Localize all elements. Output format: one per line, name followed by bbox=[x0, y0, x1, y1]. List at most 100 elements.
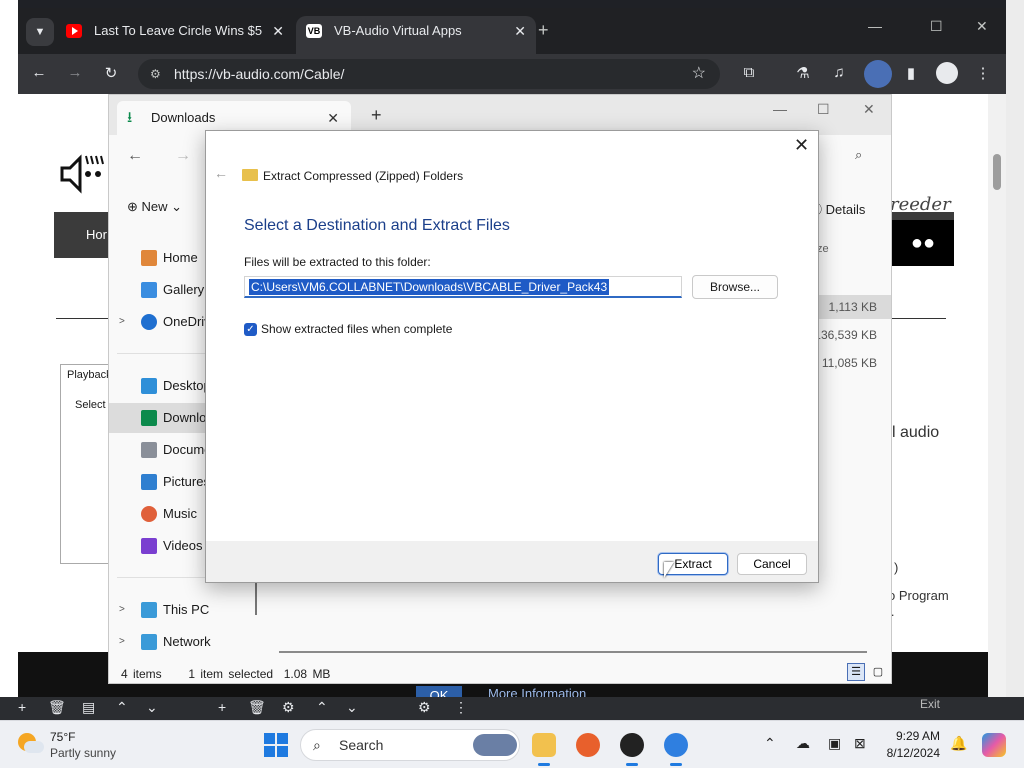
file-explorer-icon[interactable] bbox=[532, 733, 556, 766]
close-window-icon[interactable]: ✕ bbox=[863, 101, 875, 118]
reload-icon[interactable]: ↻ bbox=[100, 64, 122, 82]
brand-text: reeder bbox=[890, 194, 951, 215]
tab-youtube[interactable]: Last To Leave Circle Wins $500 ✕ bbox=[56, 16, 294, 54]
up-icon[interactable]: ⌃ bbox=[316, 699, 328, 716]
language-icon[interactable]: ⊠ bbox=[854, 735, 866, 752]
tab-bar: ▼ Last To Leave Circle Wins $500 ✕ VB VB… bbox=[18, 8, 1006, 54]
weather-temperature[interactable]: 75°F bbox=[50, 730, 75, 744]
trash-icon[interactable]: 🗑 bbox=[48, 699, 66, 716]
weather-icon[interactable] bbox=[18, 733, 44, 757]
selection-count: 1 item selected bbox=[188, 667, 274, 681]
discord-icon[interactable]: ●● bbox=[892, 220, 954, 266]
url-text: https://vb-audio.com/Cable/ bbox=[174, 66, 345, 82]
close-tab-icon[interactable]: ✕ bbox=[514, 16, 526, 46]
gear-icon[interactable]: ⚙ bbox=[282, 699, 295, 716]
forward-icon[interactable]: → bbox=[64, 64, 86, 81]
details-label: Details bbox=[825, 202, 866, 217]
nav-home-link[interactable]: Hor bbox=[86, 227, 107, 242]
selection-size: 1.08 MB bbox=[283, 667, 331, 681]
cancel-button[interactable]: Cancel bbox=[737, 553, 807, 575]
details-view-icon[interactable]: ☰ bbox=[847, 663, 865, 681]
close-window-icon[interactable]: ✕ bbox=[976, 18, 988, 35]
chrome-icon[interactable] bbox=[664, 733, 688, 766]
scrollbar-thumb[interactable] bbox=[993, 154, 1001, 190]
horizontal-scrollbar[interactable] bbox=[279, 651, 867, 653]
add-icon[interactable]: + bbox=[18, 699, 26, 715]
address-bar[interactable]: ⚙ https://vb-audio.com/Cable/ ☆ bbox=[138, 59, 720, 89]
site-info-icon[interactable]: ⚙ bbox=[150, 59, 161, 89]
browser-toolbar: ← → ↻ ⚙ https://vb-audio.com/Cable/ ☆ ⧉ … bbox=[18, 54, 1006, 94]
back-icon[interactable]: ← bbox=[28, 64, 50, 81]
notification-bell-icon[interactable]: 🔔 bbox=[950, 735, 967, 752]
show-files-checkbox[interactable]: ✓ bbox=[244, 323, 257, 336]
windows-start-icon[interactable] bbox=[264, 733, 288, 757]
page-scrollbar[interactable] bbox=[988, 94, 1006, 720]
media-icon[interactable]: ♫ bbox=[828, 64, 850, 81]
more-icon[interactable]: ⋮ bbox=[454, 699, 468, 716]
back-arrow-icon[interactable]: ← bbox=[214, 165, 228, 181]
weather-condition[interactable]: Partly sunny bbox=[50, 746, 116, 760]
active-extension-icon[interactable] bbox=[864, 60, 892, 88]
down-icon[interactable]: ⌄ bbox=[346, 699, 358, 716]
firefox-icon[interactable] bbox=[576, 733, 600, 757]
browse-button[interactable]: Browse... bbox=[692, 275, 778, 299]
close-tab-icon[interactable]: ✕ bbox=[272, 16, 284, 46]
tiles-view-icon[interactable]: ▢ bbox=[869, 663, 887, 681]
maximize-icon[interactable]: ☐ bbox=[930, 18, 943, 35]
menu-icon[interactable]: ⋮ bbox=[972, 64, 994, 82]
obs-icon[interactable] bbox=[620, 733, 644, 766]
display-icon[interactable]: ▣ bbox=[828, 735, 841, 752]
chevron-right-icon[interactable]: > bbox=[119, 595, 125, 625]
pictures-icon bbox=[141, 474, 157, 490]
clock-date[interactable]: 8/12/2024 bbox=[880, 746, 940, 760]
search-icon[interactable]: ⌕ bbox=[855, 147, 862, 163]
network-off-icon[interactable]: ☁ bbox=[796, 735, 810, 752]
copilot-icon[interactable] bbox=[982, 733, 1006, 757]
chevron-up-icon[interactable]: ⌃ bbox=[764, 735, 776, 752]
chevron-right-icon[interactable]: > bbox=[119, 307, 125, 337]
profile-icon[interactable] bbox=[936, 62, 958, 84]
chevron-right-icon[interactable]: > bbox=[119, 627, 125, 657]
sidepanel-icon[interactable]: ▮ bbox=[900, 64, 922, 82]
taskbar-search-input[interactable]: ⌕ Search bbox=[300, 729, 520, 761]
gear-icon[interactable]: ⚙ bbox=[418, 699, 431, 716]
up-icon[interactable]: ⌃ bbox=[116, 699, 128, 716]
tab-vb-audio[interactable]: VB VB-Audio Virtual Apps ✕ bbox=[296, 16, 536, 54]
show-files-checkbox-label[interactable]: Show extracted files when complete bbox=[261, 322, 452, 336]
download-icon bbox=[141, 410, 157, 426]
minimize-icon[interactable]: — bbox=[868, 18, 882, 34]
extensions-icon[interactable]: ⧉ bbox=[738, 64, 760, 81]
mouse-cursor-icon bbox=[664, 562, 674, 578]
forward-icon[interactable]: → bbox=[175, 147, 191, 165]
new-button[interactable]: ⊕ New ⌄ bbox=[127, 199, 182, 215]
background-app-toolbar: + 🗑 ▤ ⌃ ⌄ + 🗑 ⚙ ⌃ ⌄ ⚙ ⋮ Exit bbox=[0, 697, 1024, 720]
filter-icon[interactable]: ▤ bbox=[82, 699, 95, 716]
tab-dropdown-icon[interactable]: ▼ bbox=[26, 18, 54, 46]
exit-button[interactable]: Exit bbox=[920, 697, 940, 711]
back-icon[interactable]: ← bbox=[127, 147, 143, 165]
sidebar-item-this-pc[interactable]: > This PC bbox=[109, 595, 259, 625]
vb-audio-icon: VB bbox=[306, 24, 322, 38]
minimize-icon[interactable]: — bbox=[773, 101, 787, 117]
new-tab-icon[interactable]: + bbox=[538, 20, 549, 41]
destination-path-input[interactable]: C:\Users\VM6.COLLABNET\Downloads\VBCABLE… bbox=[244, 276, 682, 298]
trash-icon[interactable]: 🗑 bbox=[248, 699, 266, 716]
sidebar-item-network[interactable]: > Network bbox=[109, 627, 259, 657]
item-count: 4 items bbox=[121, 667, 162, 681]
new-tab-icon[interactable]: + bbox=[371, 105, 382, 126]
sidebar-item-label: Gallery bbox=[163, 282, 205, 297]
zip-folder-icon bbox=[242, 169, 258, 181]
bookmark-star-icon[interactable]: ☆ bbox=[692, 59, 706, 89]
search-highlight-image bbox=[473, 734, 517, 756]
music-icon bbox=[141, 506, 157, 522]
clock-time[interactable]: 9:29 AM bbox=[880, 729, 940, 743]
down-icon[interactable]: ⌄ bbox=[146, 699, 158, 716]
labs-icon[interactable]: ⚗ bbox=[792, 64, 814, 82]
maximize-icon[interactable]: ☐ bbox=[817, 101, 830, 118]
tab-label: VB-Audio Virtual Apps bbox=[334, 23, 462, 38]
background-window-edge bbox=[0, 0, 18, 720]
cloud-icon bbox=[141, 314, 157, 330]
add-icon[interactable]: + bbox=[218, 699, 226, 715]
close-icon[interactable]: ✕ bbox=[794, 135, 809, 156]
select-label: Select bbox=[75, 399, 106, 411]
